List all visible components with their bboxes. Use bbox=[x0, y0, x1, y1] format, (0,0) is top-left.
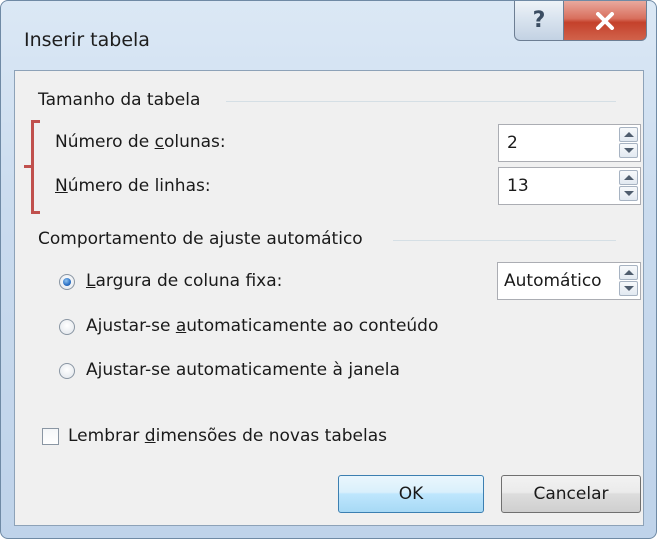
fixed-width-value[interactable]: Automático bbox=[504, 271, 602, 291]
fixed-width-down-arrow-icon[interactable] bbox=[619, 281, 638, 296]
rows-spinner[interactable]: 13 bbox=[498, 167, 641, 205]
group-divider bbox=[226, 101, 616, 102]
rows-value[interactable]: 13 bbox=[507, 176, 529, 196]
annotation-bracket bbox=[24, 120, 40, 214]
radio-fixed-width[interactable] bbox=[59, 274, 75, 290]
help-button[interactable]: ? bbox=[514, 1, 564, 41]
columns-value[interactable]: 2 bbox=[507, 133, 518, 153]
fixed-width-label: Largura de coluna fixa: bbox=[86, 271, 283, 291]
autofit-contents-label: Ajustar-se automaticamente ao conteúdo bbox=[86, 316, 439, 336]
columns-down-arrow-icon[interactable] bbox=[619, 143, 638, 158]
close-button[interactable] bbox=[563, 1, 647, 41]
columns-label: Número de colunas: bbox=[55, 132, 226, 152]
rows-down-arrow-icon[interactable] bbox=[619, 186, 638, 201]
remember-dimensions-checkbox[interactable] bbox=[42, 428, 59, 445]
columns-spinner[interactable]: 2 bbox=[498, 124, 641, 162]
group-title-size: Tamanho da tabela bbox=[38, 90, 207, 110]
radio-autofit-contents[interactable] bbox=[59, 319, 75, 335]
cancel-button[interactable]: Cancelar bbox=[501, 475, 641, 513]
close-icon bbox=[596, 11, 614, 30]
dialog-title: Inserir tabela bbox=[24, 29, 150, 51]
columns-up-arrow-icon[interactable] bbox=[619, 127, 638, 142]
remember-dimensions-label: Lembrar dimensões de novas tabelas bbox=[68, 426, 387, 446]
help-icon: ? bbox=[532, 8, 546, 33]
group-divider bbox=[393, 240, 616, 241]
fixed-width-spinner[interactable]: Automático bbox=[497, 262, 641, 300]
ok-button[interactable]: OK bbox=[338, 475, 484, 513]
radio-autofit-window[interactable] bbox=[59, 363, 75, 379]
dialog-window: Inserir tabela ? Tamanho da tabela Númer… bbox=[0, 0, 657, 539]
group-title-autofit: Comportamento de ajuste automático bbox=[38, 229, 369, 249]
rows-label: Número de linhas: bbox=[55, 176, 211, 196]
rows-up-arrow-icon[interactable] bbox=[619, 170, 638, 185]
fixed-width-up-arrow-icon[interactable] bbox=[619, 265, 638, 280]
autofit-window-label: Ajustar-se automaticamente à janela bbox=[86, 360, 400, 380]
